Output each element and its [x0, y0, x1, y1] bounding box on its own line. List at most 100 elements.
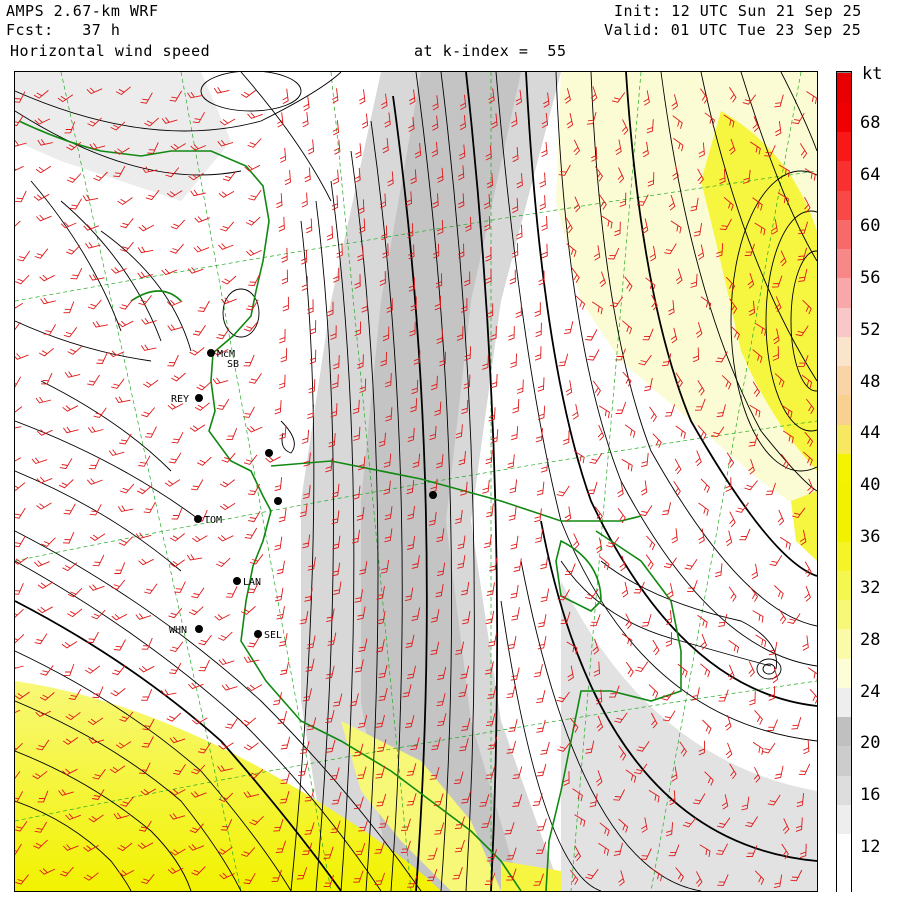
- wind-barb: [67, 587, 83, 598]
- colorbar-segment: [837, 130, 851, 162]
- wind-barb: [725, 742, 733, 759]
- wind-barb: [645, 535, 656, 551]
- wind-barb: [615, 401, 627, 414]
- wind-barb: [661, 502, 672, 516]
- wind-barb: [167, 324, 183, 331]
- wind-barb: [225, 717, 238, 729]
- wind-barb: [31, 457, 48, 465]
- wind-barb: [218, 191, 235, 198]
- wind-barb: [40, 297, 56, 305]
- wind-barb: [169, 243, 184, 254]
- wind-barb: [219, 479, 235, 488]
- wind-barb: [485, 610, 495, 625]
- colorbar-segment: [837, 393, 851, 425]
- wind-barb: [218, 631, 233, 641]
- wind-barb: [171, 431, 184, 444]
- wind-barb: [87, 374, 100, 386]
- wind-barb: [117, 505, 134, 512]
- colorbar-tick-label: 44: [860, 423, 881, 444]
- wind-barb: [508, 719, 518, 733]
- wind-barb: [108, 449, 125, 456]
- wind-barb: [240, 605, 256, 615]
- wind-barb: [35, 165, 52, 174]
- wind-barb: [534, 508, 542, 523]
- wind-barb: [572, 404, 579, 420]
- wind-barb: [35, 214, 52, 222]
- wind-barb: [621, 458, 633, 472]
- wind-barb: [70, 267, 83, 280]
- colorbar-tick-label: 48: [860, 371, 881, 392]
- wind-barb: [115, 396, 131, 404]
- wind-barb: [565, 380, 573, 396]
- wind-barb: [509, 269, 516, 285]
- wind-barb: [280, 736, 291, 750]
- wind-barb: [63, 301, 75, 314]
- wind-barb: [92, 321, 108, 328]
- wind-barb: [248, 373, 262, 384]
- colorbar-tick-label: 60: [860, 216, 881, 237]
- wind-barb: [34, 633, 48, 645]
- station-marker-dome: [429, 491, 437, 499]
- colorbar-segment: [837, 627, 851, 659]
- wind-barb: [635, 661, 649, 673]
- colorbar-segment: [837, 159, 851, 191]
- wind-barb: [191, 479, 204, 491]
- wind-barb: [308, 379, 316, 394]
- wind-barb: [511, 607, 520, 621]
- wind-barb: [66, 245, 81, 255]
- wind-barb: [138, 455, 151, 467]
- colorbar: [836, 71, 852, 893]
- wind-barb: [664, 404, 676, 417]
- wind-barb: [114, 562, 126, 574]
- wind-barb: [674, 458, 682, 475]
- wind-barb: [276, 193, 283, 209]
- wind-barb: [226, 428, 238, 440]
- wind-barb: [193, 245, 210, 253]
- wind-barb: [120, 218, 134, 229]
- wind-barb: [572, 533, 580, 550]
- wind-barb: [216, 398, 230, 410]
- wind-barb: [284, 170, 291, 186]
- wind-barb: [512, 398, 520, 414]
- wind-barb: [513, 558, 522, 572]
- wind-barb: [15, 507, 26, 519]
- wind-barb: [143, 379, 159, 388]
- station-sel-label: SEL: [264, 630, 282, 641]
- wind-barb: [282, 296, 289, 312]
- wind-barb: [15, 608, 24, 618]
- wind-barb: [245, 249, 262, 257]
- wind-barb: [63, 327, 78, 338]
- wind-barb: [485, 450, 493, 465]
- wind-barb: [63, 663, 75, 676]
- wind-barb: [585, 329, 598, 341]
- wind-barb: [111, 579, 126, 590]
- colorbar-segment: [837, 481, 851, 513]
- wind-barb: [361, 113, 369, 129]
- wind-barb: [96, 352, 108, 364]
- wind-barb: [510, 584, 519, 599]
- colorbar-segment: [837, 598, 851, 630]
- colorbar-tick-label: 12: [860, 836, 881, 857]
- wind-barb: [535, 322, 542, 338]
- wind-barb: [809, 688, 817, 704]
- colorbar-tick-label: 32: [860, 578, 881, 599]
- wind-barb: [15, 536, 26, 548]
- wind-barb: [243, 454, 258, 465]
- wind-barb: [516, 379, 524, 394]
- wind-barb: [533, 664, 543, 678]
- wind-barb: [534, 302, 541, 317]
- wind-barb: [88, 584, 105, 591]
- wind-barb: [67, 608, 83, 618]
- wind-barb: [144, 583, 158, 595]
- wind-barb: [594, 506, 603, 522]
- wind-barb: [246, 684, 263, 692]
- wind-barb: [507, 635, 517, 650]
- wind-barb: [137, 246, 154, 254]
- station-marker-coast: [274, 497, 282, 505]
- wind-barb: [307, 139, 315, 155]
- wind-barb: [510, 426, 519, 441]
- wind-barb: [141, 407, 156, 418]
- wind-barb: [625, 661, 634, 678]
- colorbar-tick-label: 68: [860, 113, 881, 133]
- colorbar-segment: [837, 423, 851, 454]
